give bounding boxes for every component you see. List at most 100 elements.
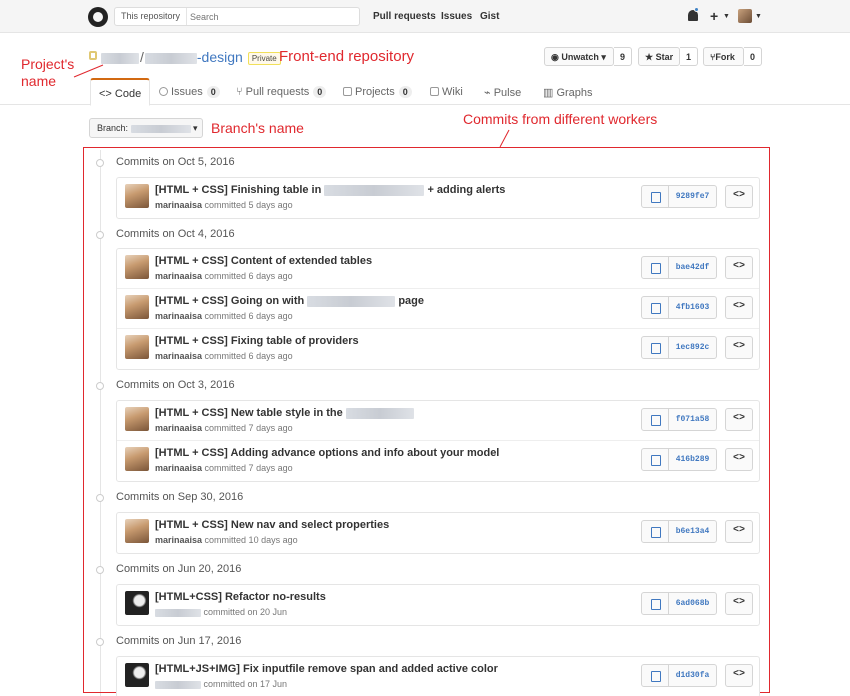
browse-code-icon[interactable]: <>	[725, 185, 753, 208]
commit-sha-button[interactable]: b6e13a4	[668, 520, 717, 543]
commit-title[interactable]: [HTML + CSS] New nav and select properti…	[155, 519, 389, 531]
author-avatar[interactable]	[125, 591, 149, 615]
commit-title[interactable]: [HTML + CSS] Going on with page	[155, 295, 424, 307]
commit-title[interactable]: [HTML+CSS] Refactor no-results	[155, 591, 326, 603]
browse-code-icon[interactable]: <>	[725, 448, 753, 471]
copy-sha-clipboard-icon[interactable]	[641, 296, 669, 319]
commit-meta: marinaaisa committed 5 days ago	[155, 200, 293, 210]
author-avatar[interactable]	[125, 447, 149, 471]
owner-name-redacted[interactable]	[101, 52, 139, 64]
commit-sha-button[interactable]: 6ad068b	[668, 592, 717, 615]
copy-sha-clipboard-icon[interactable]	[641, 185, 669, 208]
copy-sha-clipboard-icon[interactable]	[641, 408, 669, 431]
nav-issues[interactable]: Issues	[441, 11, 472, 22]
commit-message: [HTML + CSS] Going on with	[155, 295, 305, 307]
tab-issues[interactable]: Issues 0	[151, 78, 228, 105]
commit-time: committed 6 days ago	[204, 351, 293, 361]
lock-icon	[89, 51, 97, 60]
github-logo-icon[interactable]	[88, 7, 108, 27]
commit-author[interactable]: marinaaisa	[155, 463, 202, 473]
copy-sha-clipboard-icon[interactable]	[641, 520, 669, 543]
commit-sha-button[interactable]: d1d30fa	[668, 664, 717, 687]
top-header: This repository Pull requests Issues Gis…	[0, 0, 850, 33]
commit-sha-button[interactable]: 416b289	[668, 448, 717, 471]
author-avatar[interactable]	[125, 407, 149, 431]
copy-sha-clipboard-icon[interactable]	[641, 256, 669, 279]
commit-group-dot-icon	[96, 159, 104, 167]
commit-author[interactable]: marinaaisa	[155, 351, 202, 361]
nav-gist[interactable]: Gist	[480, 11, 499, 22]
annotation-front-end: Front-end repository	[279, 48, 415, 65]
user-avatar[interactable]	[738, 9, 752, 23]
copy-sha-clipboard-icon[interactable]	[641, 592, 669, 615]
browse-code-icon[interactable]: <>	[725, 520, 753, 543]
browse-code-icon[interactable]: <>	[725, 296, 753, 319]
tab-pull-requests[interactable]: ⑂ Pull requests 0	[228, 78, 334, 105]
tab-code[interactable]: <> Code	[90, 78, 151, 106]
tab-graphs[interactable]: ▥ Graphs	[535, 78, 601, 105]
search-box[interactable]: This repository	[114, 7, 360, 26]
repo-name-redacted[interactable]	[144, 52, 197, 64]
commit-author[interactable]: marinaaisa	[155, 311, 202, 321]
commit-message: [HTML+JS+IMG] Fix inputfile remove span …	[155, 663, 498, 675]
commit-title[interactable]: [HTML + CSS] Finishing table in + adding…	[155, 184, 505, 196]
commit-group: [HTML+CSS] Refactor no-results committed…	[116, 584, 760, 626]
branch-select-button[interactable]: Branch: ▾	[89, 118, 203, 138]
copy-sha-clipboard-icon[interactable]	[641, 664, 669, 687]
browse-code-icon[interactable]: <>	[725, 664, 753, 687]
author-avatar[interactable]	[125, 255, 149, 279]
browse-code-icon[interactable]: <>	[725, 256, 753, 279]
commit-sha-button[interactable]: bae42df	[668, 256, 717, 279]
author-avatar[interactable]	[125, 519, 149, 543]
browse-code-icon[interactable]: <>	[725, 336, 753, 359]
commit-title[interactable]: [HTML + CSS] New table style in the	[155, 407, 414, 419]
browse-code-icon[interactable]: <>	[725, 408, 753, 431]
commit-sha-button[interactable]: 1ec892c	[668, 336, 717, 359]
commit-message: [HTML + CSS] Finishing table in	[155, 184, 322, 196]
commit-sha-button[interactable]: 9289fe7	[668, 185, 717, 208]
copy-sha-clipboard-icon[interactable]	[641, 336, 669, 359]
watch-count[interactable]: 9	[614, 47, 633, 66]
commit-author-redacted[interactable]	[155, 608, 201, 617]
eye-icon: ◉	[551, 52, 562, 62]
commit-title[interactable]: [HTML + CSS] Fixing table of providers	[155, 335, 359, 347]
commit-meta: marinaaisa committed 6 days ago	[155, 311, 293, 321]
fork-count[interactable]: 0	[744, 47, 763, 66]
repo-name-suffix[interactable]: -design	[197, 49, 243, 65]
tab-pr-label: Pull requests	[245, 86, 310, 98]
star-button[interactable]: ★ Star	[638, 47, 680, 66]
author-avatar[interactable]	[125, 184, 149, 208]
tab-pulse[interactable]: ⌁ Pulse	[476, 78, 529, 105]
commit-author[interactable]: marinaaisa	[155, 200, 202, 210]
nav-pull-requests[interactable]: Pull requests	[373, 11, 436, 22]
tab-projects[interactable]: Projects 0	[335, 78, 420, 105]
commit-row: [HTML + CSS] Fixing table of providers m…	[117, 329, 759, 369]
author-avatar[interactable]	[125, 295, 149, 319]
commit-sha-button[interactable]: f071a58	[668, 408, 717, 431]
search-input[interactable]	[190, 10, 350, 23]
commit-author[interactable]: marinaaisa	[155, 271, 202, 281]
unwatch-button[interactable]: ◉ Unwatch ▾	[544, 47, 614, 66]
commit-author-redacted[interactable]	[155, 680, 201, 689]
create-caret-icon[interactable]: ▼	[723, 13, 730, 20]
author-avatar[interactable]	[125, 335, 149, 359]
commit-author[interactable]: marinaaisa	[155, 535, 202, 545]
commit-title[interactable]: [HTML + CSS] Adding advance options and …	[155, 447, 499, 459]
commit-time: committed 10 days ago	[204, 535, 298, 545]
copy-sha-clipboard-icon[interactable]	[641, 448, 669, 471]
tab-wiki[interactable]: Wiki	[422, 78, 471, 105]
star-count[interactable]: 1	[680, 47, 699, 66]
fork-button[interactable]: ⑂Fork	[703, 47, 744, 66]
tab-pr-count: 0	[313, 86, 327, 98]
commit-title[interactable]: [HTML + CSS] Content of extended tables	[155, 255, 372, 267]
star-icon: ★	[645, 52, 656, 62]
create-new-plus-icon[interactable]: +	[710, 8, 718, 24]
commit-author[interactable]: marinaaisa	[155, 423, 202, 433]
commit-title[interactable]: [HTML+JS+IMG] Fix inputfile remove span …	[155, 663, 498, 675]
branch-label: Branch:	[97, 123, 129, 133]
author-avatar[interactable]	[125, 663, 149, 687]
commit-group-dot-icon	[96, 231, 104, 239]
user-caret-icon[interactable]: ▼	[755, 13, 762, 20]
commit-sha-button[interactable]: 4fb1603	[668, 296, 717, 319]
browse-code-icon[interactable]: <>	[725, 592, 753, 615]
